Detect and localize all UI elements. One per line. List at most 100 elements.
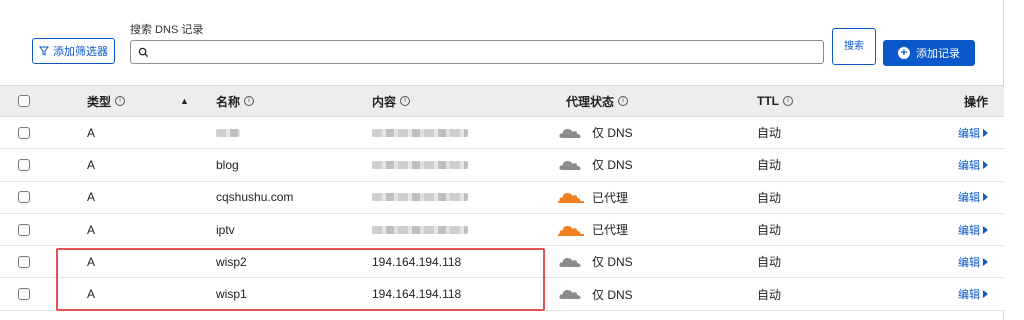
record-type: A: [87, 157, 96, 172]
row-checkbox[interactable]: [18, 126, 30, 139]
plus-circle-icon: +: [898, 47, 910, 59]
info-icon[interactable]: i: [783, 96, 793, 106]
record-ttl: 自动: [757, 158, 782, 173]
add-filter-label: 添加筛选器: [53, 46, 108, 58]
header-proxy[interactable]: 代理状态 i: [566, 86, 629, 116]
record-type-cell: A: [87, 214, 95, 245]
header-actions-label: 操作: [963, 94, 988, 109]
cloud-icon: [559, 160, 581, 170]
table-row[interactable]: A 仅 DNS 自动 编辑: [0, 117, 1004, 150]
edit-button[interactable]: 编辑: [958, 254, 988, 270]
row-checkbox[interactable]: [18, 255, 30, 268]
cloud-icon: [558, 193, 584, 204]
row-checkbox[interactable]: [18, 223, 30, 236]
cloud-icon: [559, 290, 581, 300]
row-checkbox[interactable]: [18, 288, 30, 301]
ttl-cell: 自动: [757, 278, 781, 309]
table-body: A仅 DNS 自动 编辑 Ablog 仅 DNS 自动 编辑 Acqshushu.com 已代理…: [0, 117, 1004, 311]
info-icon[interactable]: i: [618, 96, 629, 106]
search-button-label: 搜索: [844, 40, 864, 52]
record-name-cell: wisp2: [216, 246, 247, 277]
ttl-cell: 自动: [757, 117, 781, 148]
select-all-cell: [18, 86, 30, 116]
dns-records-table: 类型 i ▲ 名称 i 内容 i 代理状态 i TTL i 操作 A仅 DNS 自动 编辑 Ab…: [0, 85, 1004, 311]
edit-button[interactable]: 编辑: [958, 222, 988, 238]
ttl-cell: 自动: [757, 182, 781, 213]
cloud-icon: [559, 128, 581, 138]
record-type-cell: A: [87, 117, 95, 148]
redacted-content: [372, 225, 468, 234]
row-select-cell: [18, 246, 30, 277]
header-type-label: 类型: [87, 94, 112, 109]
record-name: blog: [216, 157, 239, 172]
record-type-cell: A: [87, 278, 95, 309]
search-input[interactable]: [155, 42, 823, 62]
proxy-status-cell: 仅 DNS: [558, 149, 633, 180]
record-content: 194.164.194.118: [372, 287, 462, 302]
row-select-cell: [18, 182, 30, 213]
header-ttl[interactable]: TTL i: [757, 86, 793, 116]
caret-right-icon: [983, 290, 988, 299]
edit-button[interactable]: 编辑: [958, 125, 988, 141]
record-name-cell: cqshushu.com: [216, 182, 293, 213]
header-name-label: 名称: [216, 94, 241, 109]
sort-up-icon[interactable]: ▲: [180, 86, 189, 116]
edit-button[interactable]: 编辑: [958, 189, 988, 205]
edit-button[interactable]: 编辑: [958, 157, 988, 173]
record-content-cell: [372, 149, 468, 180]
info-icon[interactable]: i: [115, 96, 126, 106]
row-select-cell: [18, 117, 30, 148]
edit-label: 编辑: [958, 159, 980, 172]
row-checkbox[interactable]: [18, 191, 30, 204]
redacted-content: [372, 193, 468, 202]
add-record-label: 添加记录: [916, 48, 960, 60]
row-select-cell: [18, 214, 30, 245]
header-content[interactable]: 内容 i: [372, 86, 411, 116]
edit-button[interactable]: 编辑: [958, 286, 988, 302]
edit-cell: 编辑: [958, 149, 988, 180]
table-row[interactable]: Aiptv 已代理 自动 编辑: [0, 213, 1004, 247]
caret-right-icon: [983, 193, 988, 202]
record-name-cell: blog: [216, 149, 239, 180]
redacted-content: [372, 128, 468, 137]
record-content-cell: [372, 182, 468, 213]
record-name-cell: iptv: [216, 214, 235, 245]
add-record-button[interactable]: + 添加记录: [883, 40, 975, 66]
proxy-status: 仅 DNS: [592, 255, 633, 270]
table-row[interactable]: Ablog 仅 DNS 自动 编辑: [0, 149, 1004, 182]
redacted-name: [216, 128, 240, 137]
table-row[interactable]: Awisp2 194.164.194.118 仅 DNS 自动 编辑: [0, 246, 1004, 279]
header-name[interactable]: 名称 i: [216, 86, 255, 116]
header-proxy-label: 代理状态: [566, 94, 615, 109]
search-input-wrapper[interactable]: [130, 40, 824, 64]
record-content-cell: 194.164.194.118: [372, 246, 461, 277]
row-checkbox[interactable]: [18, 158, 30, 171]
header-ttl-label: TTL: [757, 94, 779, 108]
info-icon[interactable]: i: [244, 96, 255, 106]
record-name-cell: wisp1: [216, 278, 247, 309]
cloud-icon: [558, 225, 584, 236]
record-content: 194.164.194.118: [372, 254, 462, 269]
row-select-cell: [18, 149, 30, 180]
header-type[interactable]: 类型 i: [87, 86, 126, 116]
record-name-cell: [216, 117, 240, 148]
filter-icon: [39, 46, 49, 56]
info-icon[interactable]: i: [400, 96, 411, 106]
edit-label: 编辑: [958, 224, 980, 237]
table-row[interactable]: Awisp1 194.164.194.118 仅 DNS 自动 编辑: [0, 278, 1004, 311]
record-type: A: [87, 287, 96, 302]
header-actions: 操作: [964, 86, 988, 116]
edit-cell: 编辑: [958, 246, 988, 277]
header-content-label: 内容: [372, 94, 397, 109]
select-all-checkbox[interactable]: [18, 95, 30, 107]
search-button[interactable]: 搜索: [832, 28, 876, 65]
edit-cell: 编辑: [958, 214, 988, 245]
record-type: A: [87, 254, 96, 269]
edit-label: 编辑: [958, 256, 980, 269]
edit-cell: 编辑: [958, 117, 988, 148]
proxy-status-cell: 仅 DNS: [558, 117, 633, 148]
record-ttl: 自动: [757, 223, 782, 238]
table-row[interactable]: Acqshushu.com 已代理 自动 编辑: [0, 181, 1004, 214]
add-filter-button[interactable]: 添加筛选器: [32, 38, 115, 64]
record-type: A: [87, 222, 96, 237]
